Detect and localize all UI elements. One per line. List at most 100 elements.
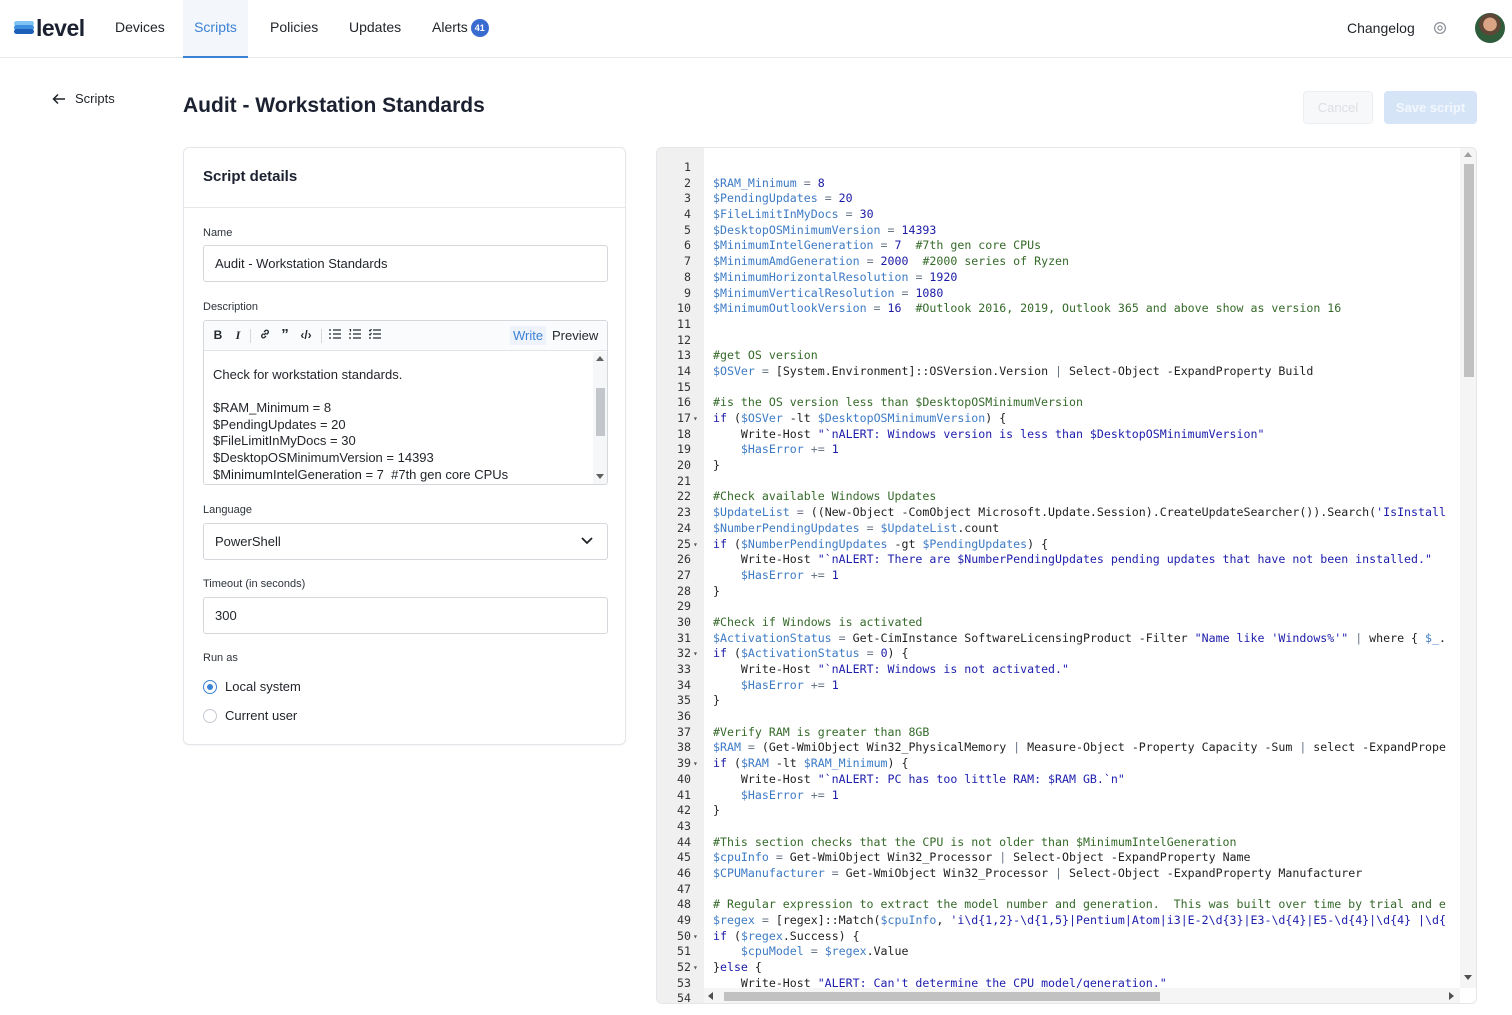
nav-policies[interactable]: Policies	[270, 0, 318, 58]
code-line[interactable]: 27 $HasError += 1	[657, 568, 1457, 584]
tab-write[interactable]: Write	[510, 326, 547, 345]
code-line[interactable]: 20}	[657, 458, 1457, 474]
code-line[interactable]: 3 $PendingUpdates = 20	[657, 191, 1457, 207]
code-line[interactable]: 17 ▾ if ($OSVer -lt $DesktopOSMinimumVersi…	[657, 411, 1457, 427]
scroll-right-icon[interactable]	[1449, 992, 1454, 1000]
code-line[interactable]: 10 $MinimumOutlookVersion = 16 #Outlook 2…	[657, 301, 1457, 317]
gear-icon[interactable]	[1433, 21, 1447, 35]
scroll-down-icon[interactable]	[1464, 975, 1472, 980]
fold-toggle-icon[interactable]: ▾	[693, 960, 698, 976]
code-line[interactable]: 18 Write-Host "`nALERT: Windows version …	[657, 427, 1457, 443]
code-line[interactable]: 51 $cpuModel = $regex.Value	[657, 944, 1457, 960]
code-line[interactable]: 11	[657, 317, 1457, 333]
code-vertical-scrollbar[interactable]	[1460, 148, 1476, 988]
code-line[interactable]: 49 $regex = [regex]::Match($cpuInfo, 'i\d…	[657, 913, 1457, 929]
code-line[interactable]: 47	[657, 882, 1457, 898]
code-line[interactable]: 21	[657, 474, 1457, 490]
radio-local-system[interactable]	[203, 680, 217, 694]
code-line[interactable]: 19 $HasError += 1	[657, 442, 1457, 458]
code-line[interactable]: 40 Write-Host "`nALERT: PC has too littl…	[657, 772, 1457, 788]
code-line[interactable]: 42}	[657, 803, 1457, 819]
code-line[interactable]: 36	[657, 709, 1457, 725]
numbered-list-icon[interactable]	[348, 328, 362, 342]
code-line[interactable]: 50 ▾ if ($regex.Success) {	[657, 929, 1457, 945]
code-line[interactable]: 23 $UpdateList = ((New-Object -ComObject …	[657, 505, 1457, 521]
code-line[interactable]: 43	[657, 819, 1457, 835]
name-input[interactable]: Audit - Workstation Standards	[203, 245, 608, 282]
radio-current-user-label[interactable]: Current user	[225, 708, 297, 723]
back-to-scripts-link[interactable]: Scripts	[52, 91, 115, 106]
task-list-icon[interactable]	[368, 328, 382, 342]
code-line[interactable]: 16 #is the OS version less than $DesktopO…	[657, 395, 1457, 411]
radio-local-system-label[interactable]: Local system	[225, 679, 301, 694]
code-line[interactable]: 5 $DesktopOSMinimumVersion = 14393	[657, 223, 1457, 239]
changelog-link[interactable]: Changelog	[1347, 0, 1415, 58]
code-line[interactable]: 39 ▾ if ($RAM -lt $RAM_Minimum) {	[657, 756, 1457, 772]
code-line[interactable]: 29	[657, 599, 1457, 615]
scroll-left-icon[interactable]	[708, 992, 713, 1000]
code-line[interactable]: 35}	[657, 693, 1457, 709]
nav-updates[interactable]: Updates	[349, 0, 401, 58]
code-line[interactable]: 52 ▾}else {	[657, 960, 1457, 976]
description-textarea[interactable]: Check for workstation standards. $RAM_Mi…	[213, 367, 591, 483]
code-line[interactable]: 12	[657, 333, 1457, 349]
quote-icon[interactable]: ”	[278, 326, 292, 343]
scroll-up-icon[interactable]	[596, 356, 604, 361]
code-line[interactable]: 41 $HasError += 1	[657, 788, 1457, 804]
code-line[interactable]: 38 $RAM = (Get-WmiObject Win32_PhysicalMe…	[657, 740, 1457, 756]
language-select[interactable]: PowerShell	[203, 523, 608, 560]
code-line[interactable]: 46 $CPUManufacturer = Get-WmiObject Win32…	[657, 866, 1457, 882]
code-line[interactable]: 48 # Regular expression to extract the mo…	[657, 897, 1457, 913]
code-line[interactable]: 13 #get OS version	[657, 348, 1457, 364]
code-horizontal-scrollbar[interactable]	[704, 988, 1460, 1003]
description-editor[interactable]: B I ” ‹/› Write Preview Check for workst…	[203, 320, 608, 485]
code-line[interactable]: 32 ▾ if ($ActivationStatus = 0) {	[657, 646, 1457, 662]
code-line[interactable]: 8 $MinimumHorizontalResolution = 1920	[657, 270, 1457, 286]
nav-scripts[interactable]: Scripts	[183, 0, 248, 58]
code-line[interactable]: 30 #Check if Windows is activated	[657, 615, 1457, 631]
fold-toggle-icon[interactable]: ▾	[693, 756, 698, 772]
italic-icon[interactable]: I	[231, 328, 245, 343]
user-avatar[interactable]	[1475, 13, 1505, 43]
code-line[interactable]: 14 $OSVer = [System.Environment]::OSVersi…	[657, 364, 1457, 380]
code-line[interactable]: 45 $cpuInfo = Get-WmiObject Win32_Process…	[657, 850, 1457, 866]
code-editor[interactable]: 1 2 $RAM_Minimum = 8 3 $PendingUpdates = 20 4…	[656, 147, 1477, 1004]
code-vertical-thumb[interactable]	[1464, 164, 1474, 377]
level-logo[interactable]: level	[14, 15, 85, 41]
code-line[interactable]: 34 $HasError += 1	[657, 678, 1457, 694]
fold-toggle-icon[interactable]: ▾	[693, 411, 698, 427]
code-line[interactable]: 44 #This section checks that the CPU is n…	[657, 835, 1457, 851]
scroll-thumb[interactable]	[596, 388, 605, 436]
description-scrollbar[interactable]	[593, 352, 607, 484]
cancel-button[interactable]: Cancel	[1303, 91, 1373, 124]
code-line[interactable]: 6 $MinimumIntelGeneration = 7 #7th gen co…	[657, 238, 1457, 254]
fold-toggle-icon[interactable]: ▾	[693, 646, 698, 662]
timeout-input[interactable]: 300	[203, 597, 608, 634]
code-line[interactable]: 24 $NumberPendingUpdates = $UpdateList.co…	[657, 521, 1457, 537]
code-line[interactable]: 2 $RAM_Minimum = 8	[657, 176, 1457, 192]
bold-icon[interactable]: B	[211, 328, 225, 342]
fold-toggle-icon[interactable]: ▾	[693, 537, 698, 553]
code-line[interactable]: 22 #Check available Windows Updates	[657, 489, 1457, 505]
bullet-list-icon[interactable]	[328, 328, 342, 342]
code-line[interactable]: 9 $MinimumVerticalResolution = 1080	[657, 286, 1457, 302]
nav-alerts[interactable]: Alerts 41	[432, 0, 489, 58]
code-icon[interactable]: ‹/›	[299, 328, 313, 342]
scroll-down-icon[interactable]	[596, 474, 604, 479]
code-line[interactable]: 26 Write-Host "`nALERT: There are $Numbe…	[657, 552, 1457, 568]
code-line[interactable]: 33 Write-Host "`nALERT: Windows is not a…	[657, 662, 1457, 678]
nav-devices[interactable]: Devices	[115, 0, 165, 58]
code-line[interactable]: 31 $ActivationStatus = Get-CimInstance So…	[657, 631, 1457, 647]
scroll-up-icon[interactable]	[1464, 152, 1472, 157]
code-line[interactable]: 37 #Verify RAM is greater than 8GB	[657, 725, 1457, 741]
code-horizontal-thumb[interactable]	[724, 992, 1160, 1001]
code-lines[interactable]: 1 2 $RAM_Minimum = 8 3 $PendingUpdates = 20 4…	[657, 160, 1457, 1003]
code-line[interactable]: 15	[657, 380, 1457, 396]
code-line[interactable]: 28}	[657, 584, 1457, 600]
link-icon[interactable]	[258, 328, 272, 343]
code-line[interactable]: 4 $FileLimitInMyDocs = 30	[657, 207, 1457, 223]
radio-current-user[interactable]	[203, 709, 217, 723]
tab-preview[interactable]: Preview	[552, 328, 598, 343]
code-line[interactable]: 7 $MinimumAmdGeneration = 2000 #2000 seri…	[657, 254, 1457, 270]
code-line[interactable]: 1	[657, 160, 1457, 176]
